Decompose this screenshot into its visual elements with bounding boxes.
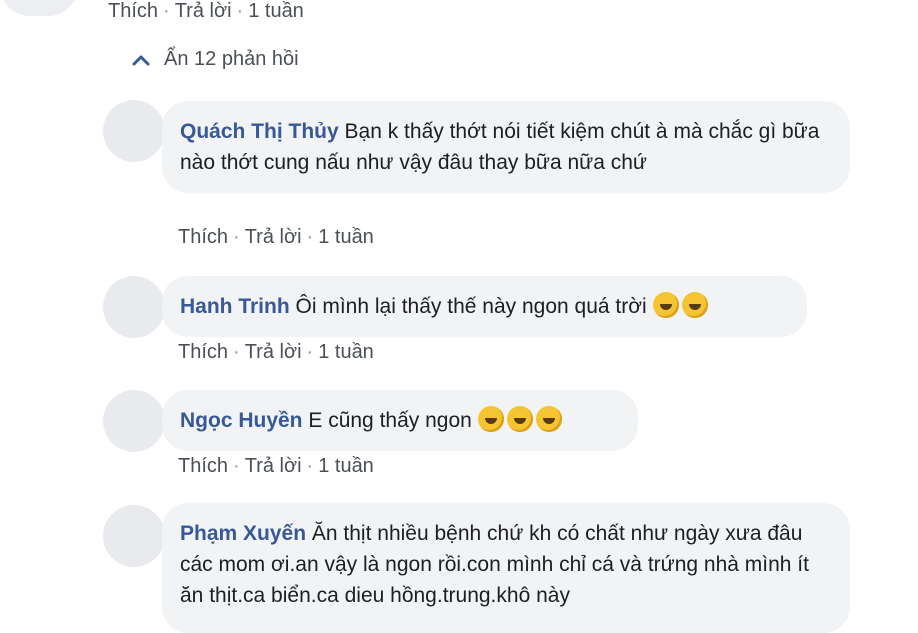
avatar[interactable] xyxy=(103,505,165,567)
rofl-emoji-icon xyxy=(506,406,533,432)
timestamp[interactable]: 1 tuần xyxy=(318,226,374,248)
separator: · xyxy=(233,341,240,363)
separator: · xyxy=(306,455,314,477)
comment-actions: Thích · Trả lời · 1 tuần xyxy=(178,455,374,478)
timestamp[interactable]: 1 tuần xyxy=(248,0,304,22)
timestamp[interactable]: 1 tuần xyxy=(318,455,374,477)
separator: · xyxy=(306,341,314,363)
reply-link[interactable]: Trả lời xyxy=(245,455,302,477)
chevron-up-icon xyxy=(132,55,150,65)
author-link[interactable]: Ngọc Huyền xyxy=(180,409,303,432)
comment-actions: Thích · Trả lời · 1 tuần xyxy=(108,0,304,23)
comment-text: Ôi mình lại thấy thế này ngon quá trời xyxy=(295,295,647,318)
separator: · xyxy=(233,455,240,477)
avatar[interactable] xyxy=(103,100,165,162)
like-link[interactable]: Thích xyxy=(108,0,158,22)
hide-replies-label: Ẩn 12 phản hồi xyxy=(164,48,299,70)
reply-link[interactable]: Trả lời xyxy=(245,226,302,248)
rofl-emoji-icon xyxy=(535,406,562,432)
laughing-emoji-icon xyxy=(681,292,708,318)
separator: · xyxy=(163,0,170,22)
separator: · xyxy=(233,226,240,248)
timestamp[interactable]: 1 tuần xyxy=(318,341,374,363)
author-link[interactable]: Quách Thị Thủy xyxy=(180,120,339,143)
comment-text: E cũng thấy ngon xyxy=(308,409,472,432)
comment-bubble: Hanh Trinh Ôi mình lại thấy thế này ngon… xyxy=(162,276,807,337)
separator: · xyxy=(236,0,244,22)
comment-bubble: Ngọc Huyền E cũng thấy ngon xyxy=(162,390,638,451)
rofl-emoji-icon xyxy=(477,406,504,432)
laughing-emoji-icon xyxy=(652,292,679,318)
avatar xyxy=(0,0,78,16)
hide-replies-toggle[interactable]: Ẩn 12 phản hồi xyxy=(132,48,299,71)
author-link[interactable]: Hanh Trinh xyxy=(180,295,290,318)
comment-bubble: Phạm Xuyến Ăn thịt nhiều bệnh chứ kh có … xyxy=(162,503,850,633)
like-link[interactable]: Thích xyxy=(178,455,228,477)
comment-bubble: Quách Thị Thủy Bạn k thấy thớt nói tiết … xyxy=(162,101,850,193)
avatar[interactable] xyxy=(103,276,165,338)
like-link[interactable]: Thích xyxy=(178,226,228,248)
reply-link[interactable]: Trả lời xyxy=(175,0,232,22)
like-link[interactable]: Thích xyxy=(178,341,228,363)
avatar[interactable] xyxy=(103,390,165,452)
separator: · xyxy=(306,226,314,248)
reply-link[interactable]: Trả lời xyxy=(245,341,302,363)
author-link[interactable]: Phạm Xuyến xyxy=(180,522,306,545)
comment-actions: Thích · Trả lời · 1 tuần xyxy=(178,226,374,249)
comment-actions: Thích · Trả lời · 1 tuần xyxy=(178,341,374,364)
